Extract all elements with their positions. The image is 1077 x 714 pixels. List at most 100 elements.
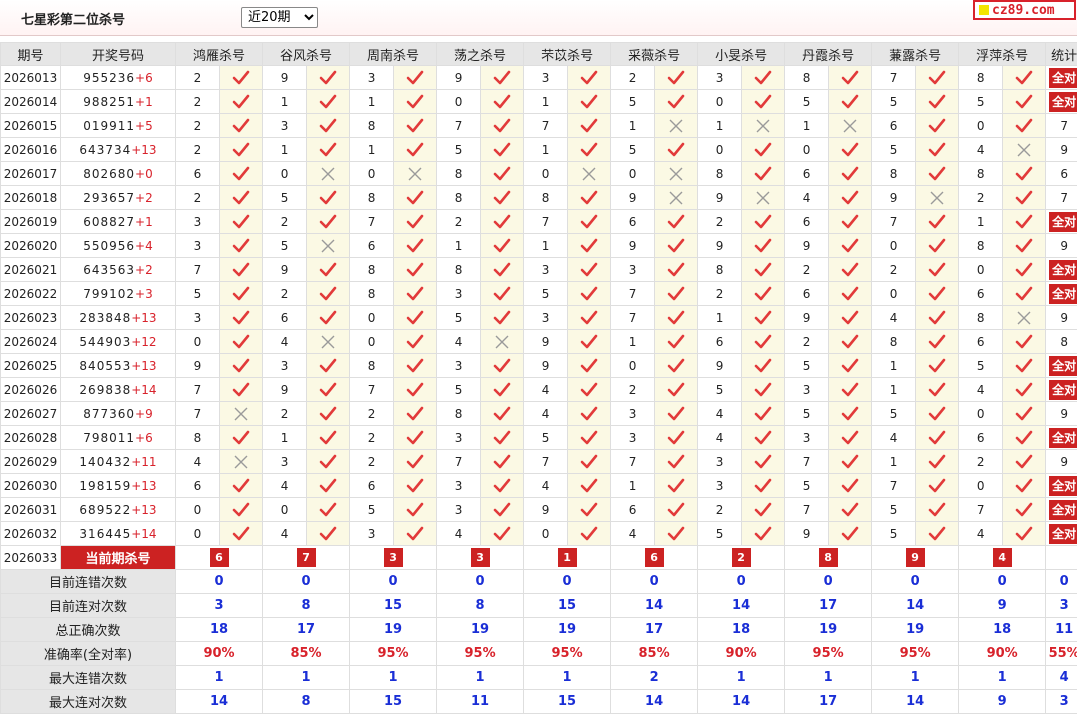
check-icon [232, 214, 250, 228]
header-expert-9[interactable]: 浮萍杀号 [958, 42, 1047, 66]
check-icon [754, 478, 772, 492]
kill-number: 7 [523, 209, 569, 234]
kill-number: 4 [871, 425, 917, 450]
check-icon [1015, 118, 1033, 132]
table-row: 2026013 955236+6 2 9 3 9 3 2 3 8 7 8 全对 [0, 65, 1077, 90]
check-cell [654, 497, 699, 522]
check-cell [741, 305, 786, 330]
kill-number: 4 [175, 449, 220, 474]
check-cell [306, 377, 351, 402]
period-cell: 2026023 [0, 305, 61, 330]
check-cell [828, 65, 873, 90]
current-kill-cell: 7 [262, 545, 351, 570]
summary-label: 目前连对次数 [0, 593, 176, 618]
summary-label: 总正确次数 [0, 617, 176, 642]
header-expert-6[interactable]: 小旻杀号 [697, 42, 786, 66]
kill-number: 7 [349, 377, 395, 402]
kill-number: 5 [784, 89, 830, 114]
stat-cell: 9 [1045, 137, 1077, 162]
header-expert-2[interactable]: 周南杀号 [349, 42, 438, 66]
header-expert-0[interactable]: 鸿雁杀号 [174, 42, 264, 66]
check-icon [232, 310, 250, 324]
check-icon [232, 526, 250, 540]
draw-sum: +6 [135, 70, 153, 85]
check-icon [232, 190, 250, 204]
check-icon [232, 478, 250, 492]
header-expert-5[interactable]: 采薇杀号 [610, 42, 699, 66]
draw-cell: 643734+13 [60, 137, 176, 162]
summary-value: 18 [697, 617, 786, 642]
kill-number: 0 [523, 161, 569, 186]
check-cell [741, 281, 786, 306]
kill-number: 6 [958, 425, 1004, 450]
check-icon [493, 142, 511, 156]
kill-number: 5 [262, 185, 308, 210]
check-cell [741, 449, 786, 474]
kill-number: 8 [349, 353, 395, 378]
page-title: 七星彩第二位杀号 [21, 13, 126, 28]
check-icon [1015, 430, 1033, 444]
check-icon [1015, 238, 1033, 252]
check-cell [480, 353, 525, 378]
cross-icon [669, 119, 683, 132]
current-kill-cell: 6 [610, 545, 699, 570]
check-icon [754, 406, 772, 420]
check-icon [406, 94, 424, 108]
draw-cell: 877360+9 [60, 401, 176, 426]
period-cell: 2026022 [0, 281, 61, 306]
draw-sum: +4 [135, 238, 153, 253]
logo-text: cz89.com [992, 2, 1055, 18]
draw-cell: 840553+13 [60, 353, 176, 378]
check-cell [393, 257, 438, 282]
check-cell [567, 137, 612, 162]
check-cell [915, 161, 960, 186]
summary-value: 1 [174, 665, 264, 690]
period-select[interactable]: 近20期 [241, 7, 318, 28]
check-icon [319, 118, 337, 132]
header-expert-8[interactable]: 蒹露杀号 [871, 42, 960, 66]
check-cell [828, 209, 873, 234]
kill-number: 9 [262, 257, 308, 282]
header-expert-3[interactable]: 荡之杀号 [436, 42, 525, 66]
summary-value: 19 [523, 617, 612, 642]
kill-number: 9 [697, 233, 743, 258]
kill-number: 0 [958, 257, 1004, 282]
check-cell [654, 473, 699, 498]
check-icon [319, 214, 337, 228]
check-icon [1015, 334, 1033, 348]
check-icon [493, 262, 511, 276]
check-cell [393, 209, 438, 234]
header-expert-7[interactable]: 丹霞杀号 [784, 42, 873, 66]
kill-number: 0 [784, 137, 830, 162]
kill-number: 1 [436, 233, 482, 258]
site-logo[interactable]: cz89.com [973, 0, 1076, 20]
check-icon [580, 214, 598, 228]
header-expert-1[interactable]: 谷风杀号 [262, 42, 351, 66]
check-cell [306, 425, 351, 450]
check-cell [741, 137, 786, 162]
header-expert-4[interactable]: 芣苡杀号 [523, 42, 612, 66]
check-icon [493, 286, 511, 300]
kill-number: 7 [349, 209, 395, 234]
kill-number: 2 [610, 65, 656, 90]
check-icon [928, 214, 946, 228]
kill-number: 7 [436, 113, 482, 138]
current-kill-number: 3 [470, 548, 490, 567]
check-cell [480, 377, 525, 402]
kill-number: 5 [175, 281, 220, 306]
current-kill-cell: 1 [523, 545, 612, 570]
kill-number: 8 [958, 65, 1004, 90]
summary-value: 14 [610, 593, 699, 618]
period-cell: 2026014 [0, 89, 61, 114]
draw-number: 802680 [83, 166, 136, 181]
check-cell [654, 209, 699, 234]
kill-number: 9 [523, 497, 569, 522]
check-icon [1015, 382, 1033, 396]
kill-number: 9 [784, 521, 830, 546]
kill-number: 0 [349, 305, 395, 330]
draw-number: 955236 [83, 70, 136, 85]
summary-value: 0 [262, 569, 351, 594]
period-cell: 2026029 [0, 449, 61, 474]
kill-number: 0 [175, 521, 220, 546]
kill-number: 8 [958, 305, 1004, 330]
